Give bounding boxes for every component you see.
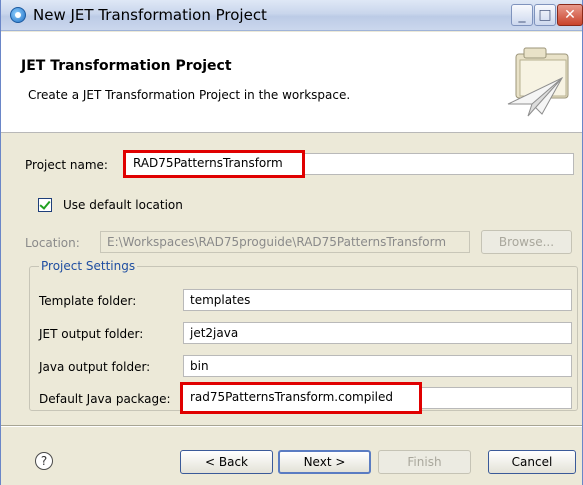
template-folder-input[interactable]: templates	[183, 289, 572, 311]
use-default-location-label[interactable]: Use default location	[63, 198, 183, 212]
project-name-label: Project name:	[25, 158, 108, 172]
jet-output-folder-input[interactable]: jet2java	[183, 322, 572, 344]
finish-button[interactable]: Finish	[378, 450, 471, 474]
folder-paper-plane-icon	[507, 47, 569, 117]
browse-button[interactable]: Browse...	[481, 230, 572, 254]
back-button[interactable]: < Back	[180, 450, 273, 474]
maximize-button[interactable]: □	[534, 4, 556, 26]
java-output-folder-input[interactable]: bin	[183, 355, 572, 377]
title-bar[interactable]: New JET Transformation Project _ □ ✕	[1, 0, 583, 31]
next-button[interactable]: Next >	[278, 450, 371, 474]
window-title: New JET Transformation Project	[33, 6, 267, 24]
close-button[interactable]: ✕	[557, 4, 583, 26]
minimize-button[interactable]: _	[511, 4, 533, 26]
wizard-window: New JET Transformation Project _ □ ✕ JET…	[0, 0, 583, 485]
app-icon	[10, 7, 26, 23]
use-default-location-checkbox[interactable]	[38, 198, 52, 212]
project-name-value[interactable]: RAD75PatternsTransform	[123, 150, 305, 178]
wizard-banner: JET Transformation Project Create a JET …	[1, 32, 582, 133]
default-java-package-label: Default Java package:	[39, 392, 171, 406]
cancel-button[interactable]: Cancel	[488, 450, 576, 474]
template-folder-label: Template folder:	[39, 294, 137, 308]
default-java-package-value[interactable]: rad75PatternsTransform.compiled	[180, 382, 422, 414]
location-input[interactable]: E:\Workspaces\RAD75proguide\RAD75Pattern…	[100, 231, 470, 253]
help-icon[interactable]: ?	[35, 452, 53, 470]
button-bar-separator	[1, 425, 582, 427]
jet-output-folder-label: JET output folder:	[39, 327, 144, 341]
java-output-folder-label: Java output folder:	[39, 360, 151, 374]
banner-description: Create a JET Transformation Project in t…	[28, 88, 351, 102]
banner-title: JET Transformation Project	[21, 58, 232, 74]
project-settings-title: Project Settings	[39, 259, 138, 273]
location-label: Location:	[25, 236, 80, 250]
